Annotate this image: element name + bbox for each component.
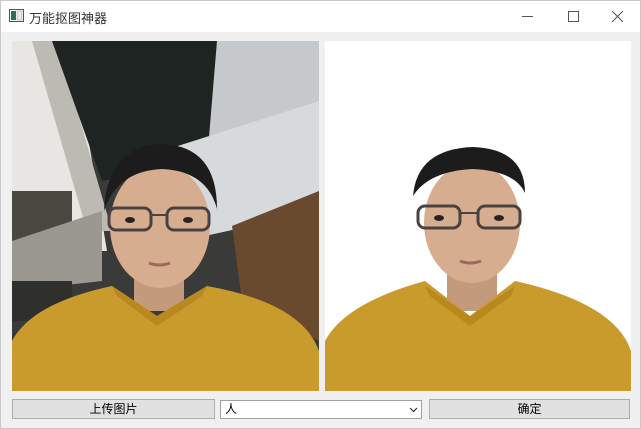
original-image-pane <box>12 41 319 391</box>
category-select[interactable]: 人 <box>220 400 422 419</box>
maximize-icon <box>568 11 579 22</box>
original-portrait-image <box>12 41 319 391</box>
close-button[interactable] <box>595 1 641 32</box>
cutout-portrait-image <box>325 41 631 391</box>
minimize-button[interactable] <box>505 1 551 32</box>
app-window: 万能抠图神器 上传图片 人 确定 <box>0 0 641 429</box>
title-bar: 万能抠图神器 <box>1 1 640 32</box>
close-icon <box>612 11 623 22</box>
minimize-icon <box>522 16 533 17</box>
window-title: 万能抠图神器 <box>29 12 108 27</box>
confirm-button[interactable]: 确定 <box>429 399 630 419</box>
category-select-value: 人 <box>225 402 238 416</box>
maximize-button[interactable] <box>551 1 597 32</box>
chevron-down-icon <box>409 407 418 413</box>
upload-image-button[interactable]: 上传图片 <box>12 399 215 419</box>
app-icon <box>9 9 24 22</box>
result-image-pane <box>325 41 631 391</box>
